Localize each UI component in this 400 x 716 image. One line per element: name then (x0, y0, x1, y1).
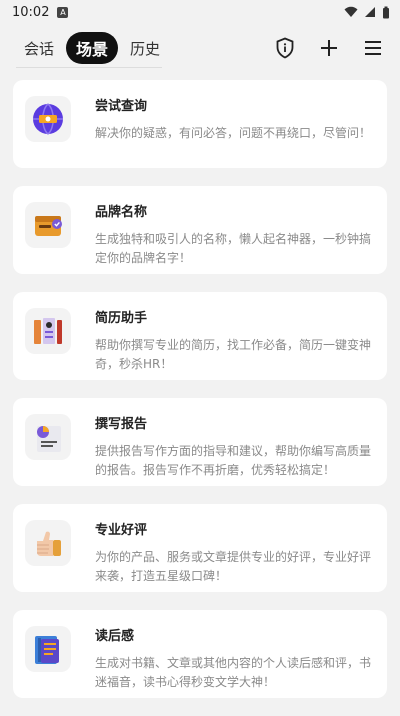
status-bar: 10:02 A (0, 0, 400, 24)
scene-title: 简历助手 (95, 311, 148, 326)
scene-title: 品牌名称 (95, 205, 148, 220)
tab-scenes[interactable]: 场景 (66, 32, 119, 64)
scene-card-resume[interactable]: 简历助手 帮助你撰写专业的简历，找工作必备，简历一键变神奇，秒杀HR！ (13, 292, 387, 380)
battery-icon (383, 6, 389, 18)
resume-card-icon (25, 308, 71, 354)
scene-description: 解决你的疑惑，有问必答，问题不再绕口，尽管问！ (95, 126, 372, 140)
tab-divider (16, 67, 162, 68)
scene-title: 尝试查询 (95, 99, 148, 114)
scene-card-brand-name[interactable]: 品牌名称 生成独特和吸引人的名称，懒人起名神器，一秒钟搞定你的品牌名字！ (13, 186, 387, 274)
scene-card-query[interactable]: 尝试查询 解决你的疑惑，有问必答，问题不再绕口，尽管问！ (13, 80, 387, 168)
scene-card-report[interactable]: 撰写报告 提供报告写作方面的指导和建议，帮助你编写高质量的报告。报告写作不再折磨… (13, 398, 387, 486)
scene-card-review[interactable]: 专业好评 为你的产品、服务或文章提供专业的好评，专业好评来袭，打造五星级口碑！ (13, 504, 387, 592)
tab-history[interactable]: 历史 (122, 34, 168, 63)
scene-description: 生成独特和吸引人的名称，懒人起名神器，一秒钟搞定你的品牌名字！ (95, 232, 372, 265)
scene-description: 为你的产品、服务或文章提供专业的好评，专业好评来袭，打造五星级口碑！ (95, 550, 372, 583)
signal-icon (365, 7, 375, 17)
scene-title: 撰写报告 (95, 417, 148, 432)
thumbs-up-icon (25, 520, 71, 566)
scene-title: 专业好评 (95, 523, 148, 538)
app-header: 会话 场景 历史 (0, 26, 400, 70)
globe-query-icon (25, 96, 71, 142)
wallet-badge-icon (25, 202, 71, 248)
shield-info-icon[interactable] (274, 37, 296, 59)
plus-icon[interactable] (318, 37, 340, 59)
scene-description: 提供报告写作方面的指导和建议，帮助你编写高质量的报告。报告写作不再折磨，优秀轻松… (95, 444, 372, 477)
scene-title: 读后感 (95, 629, 135, 644)
report-chart-icon (25, 414, 71, 460)
scene-description: 帮助你撰写专业的简历，找工作必备，简历一键变神奇，秒杀HR！ (95, 338, 372, 371)
menu-icon[interactable] (362, 37, 384, 59)
scene-card-reading[interactable]: 读后感 生成对书籍、文章或其他内容的个人读后感和评，书迷福音，读书心得秒变文学大… (13, 610, 387, 698)
book-notes-icon (25, 626, 71, 672)
tab-bar: 会话 场景 历史 (16, 32, 168, 64)
scene-list: 尝试查询 解决你的疑惑，有问必答，问题不再绕口，尽管问！ 品牌名称 生成独特和吸… (13, 80, 387, 716)
status-time: 10:02 (12, 4, 50, 20)
wifi-icon (344, 6, 358, 17)
notification-icon: A (57, 6, 69, 18)
scene-description: 生成对书籍、文章或其他内容的个人读后感和评，书迷福音，读书心得秒变文学大神！ (95, 656, 372, 689)
tab-conversation[interactable]: 会话 (16, 34, 62, 63)
